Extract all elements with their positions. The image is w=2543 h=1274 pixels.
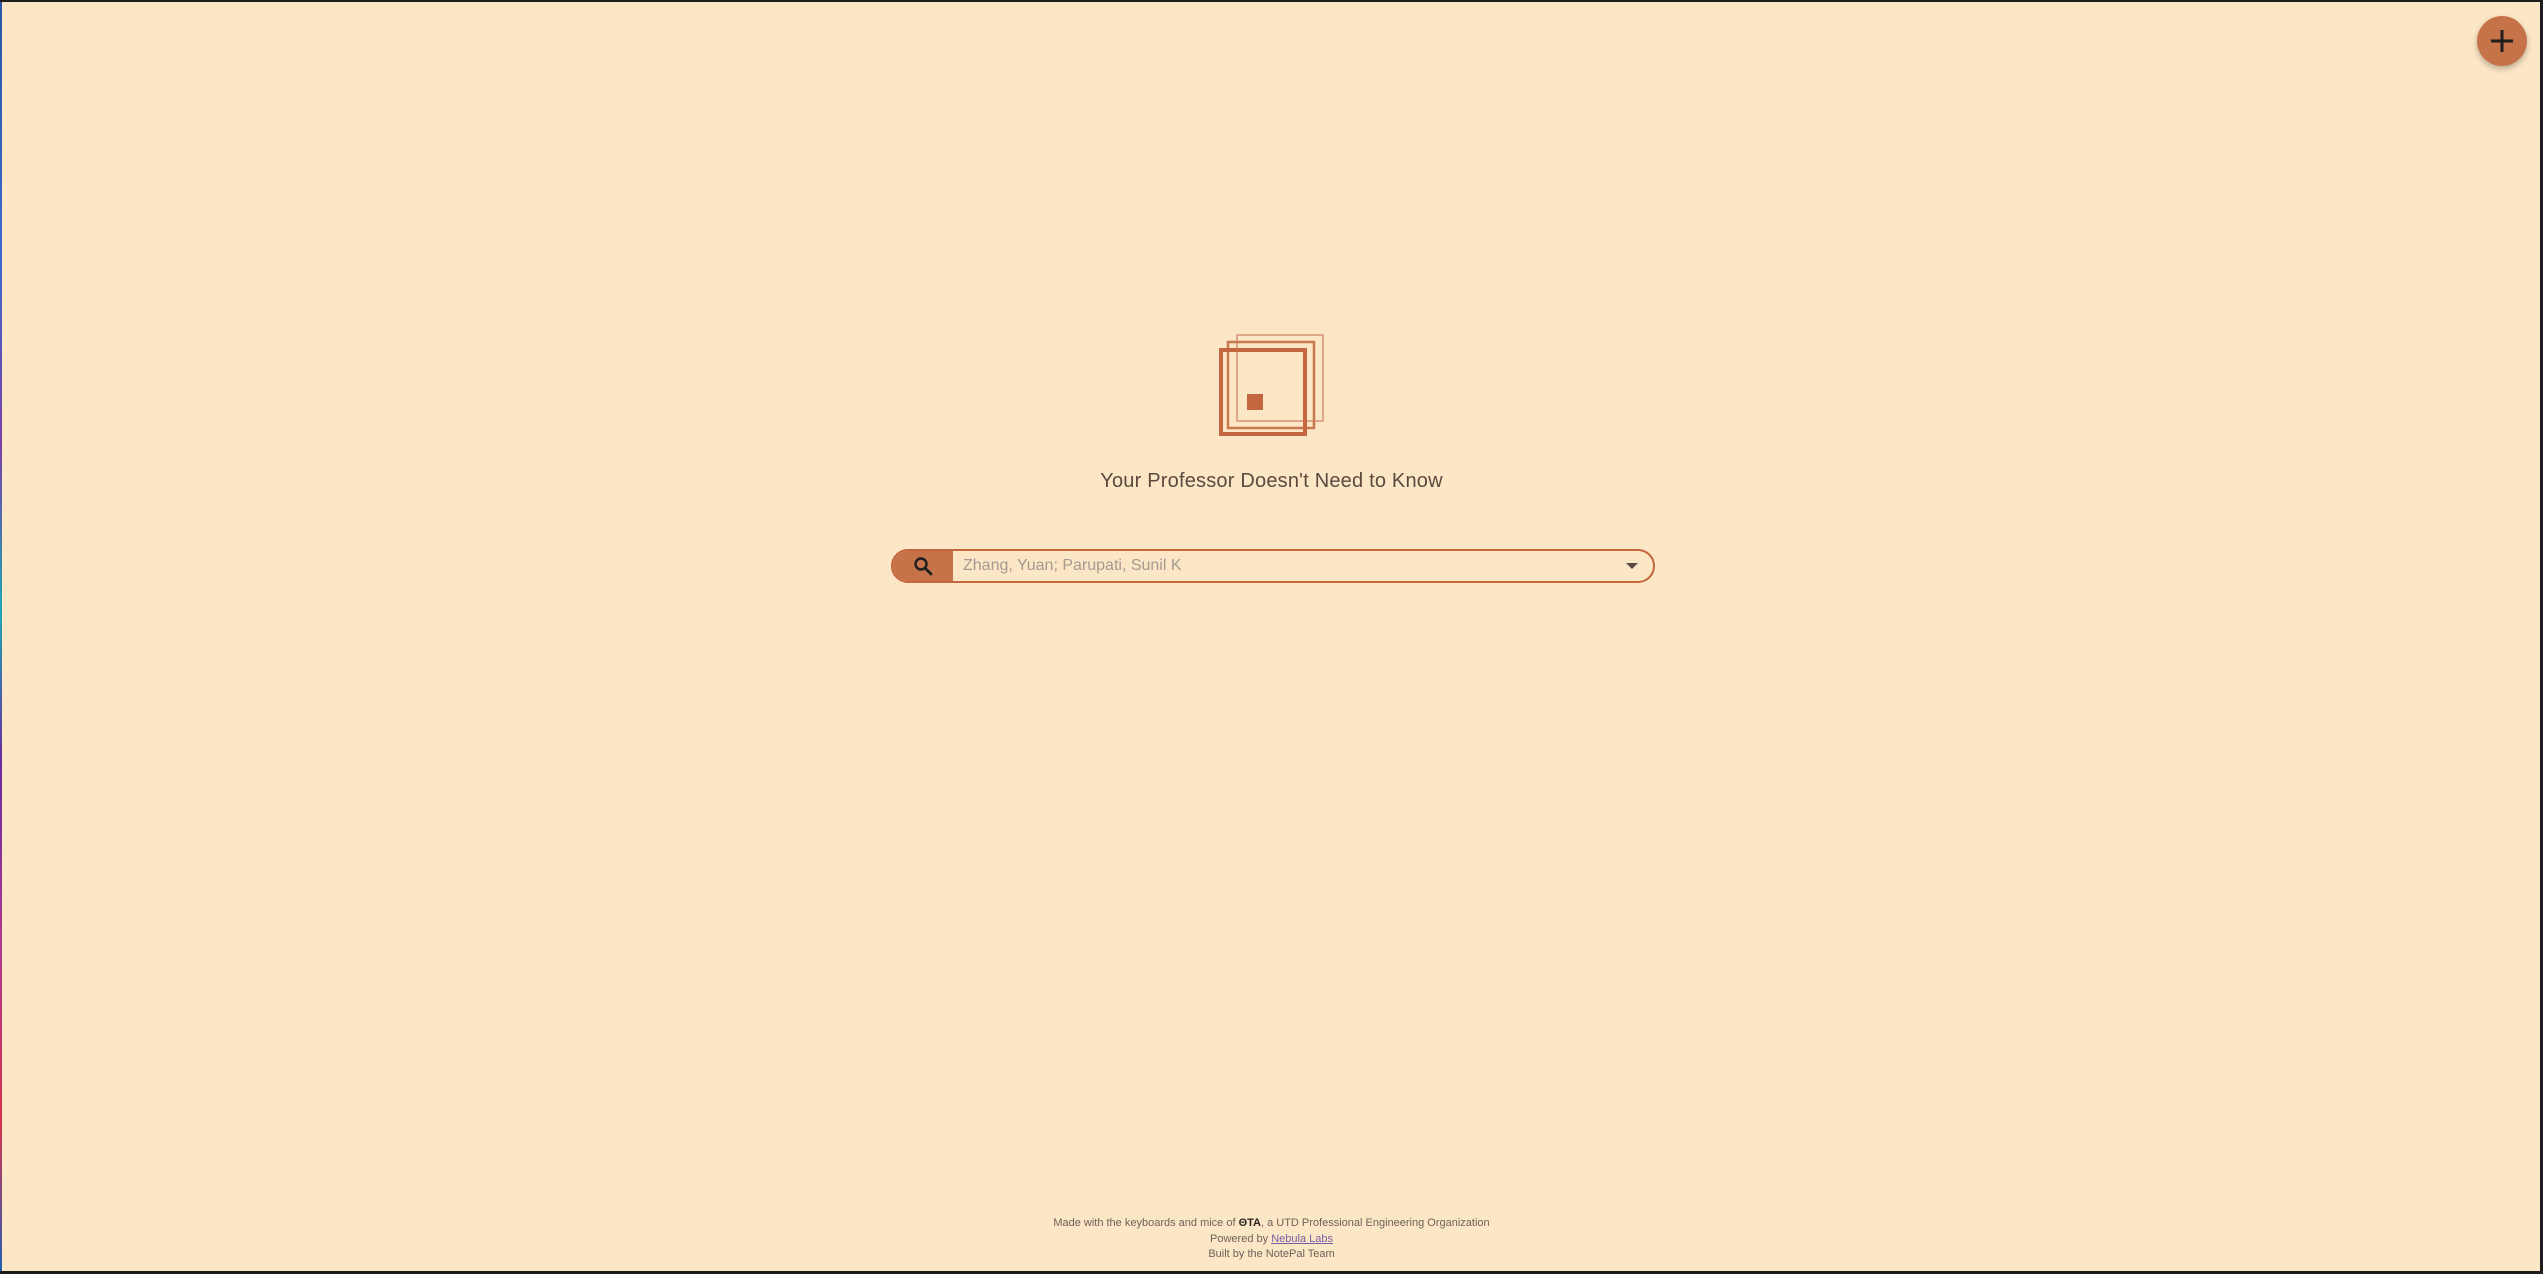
dropdown-toggle[interactable] bbox=[1611, 551, 1653, 581]
footer-org-name: ΘTA bbox=[1238, 1217, 1261, 1229]
search-button[interactable] bbox=[893, 551, 953, 581]
search-bar bbox=[891, 549, 1655, 583]
footer-credit-line: Made with the keyboards and mice of ΘTA,… bbox=[0, 1216, 2543, 1232]
search-input[interactable] bbox=[953, 551, 1611, 581]
footer: Made with the keyboards and mice of ΘTA,… bbox=[0, 1216, 2543, 1263]
stacked-squares-logo-icon bbox=[1219, 334, 1324, 436]
footer-powered-prefix: Powered by bbox=[1210, 1232, 1272, 1245]
window-edge-strip bbox=[0, 0, 2, 1274]
add-button[interactable] bbox=[2477, 16, 2527, 66]
search-icon bbox=[914, 557, 933, 576]
footer-powered-line: Powered by Nebula Labs bbox=[0, 1232, 2543, 1248]
plus-icon bbox=[2491, 30, 2513, 52]
tagline: Your Professor Doesn't Need to Know bbox=[1100, 470, 1443, 492]
footer-built-by: Built by the NotePal Team bbox=[1208, 1248, 1335, 1260]
nebula-labs-link[interactable]: Nebula Labs bbox=[1271, 1233, 1333, 1245]
window-frame-top bbox=[0, 0, 2543, 2]
chevron-down-icon bbox=[1626, 563, 1638, 569]
footer-credit-prefix: Made with the keyboards and mice of bbox=[1053, 1217, 1239, 1229]
footer-credit-suffix: , a UTD Professional Engineering Organiz… bbox=[1260, 1217, 1490, 1229]
